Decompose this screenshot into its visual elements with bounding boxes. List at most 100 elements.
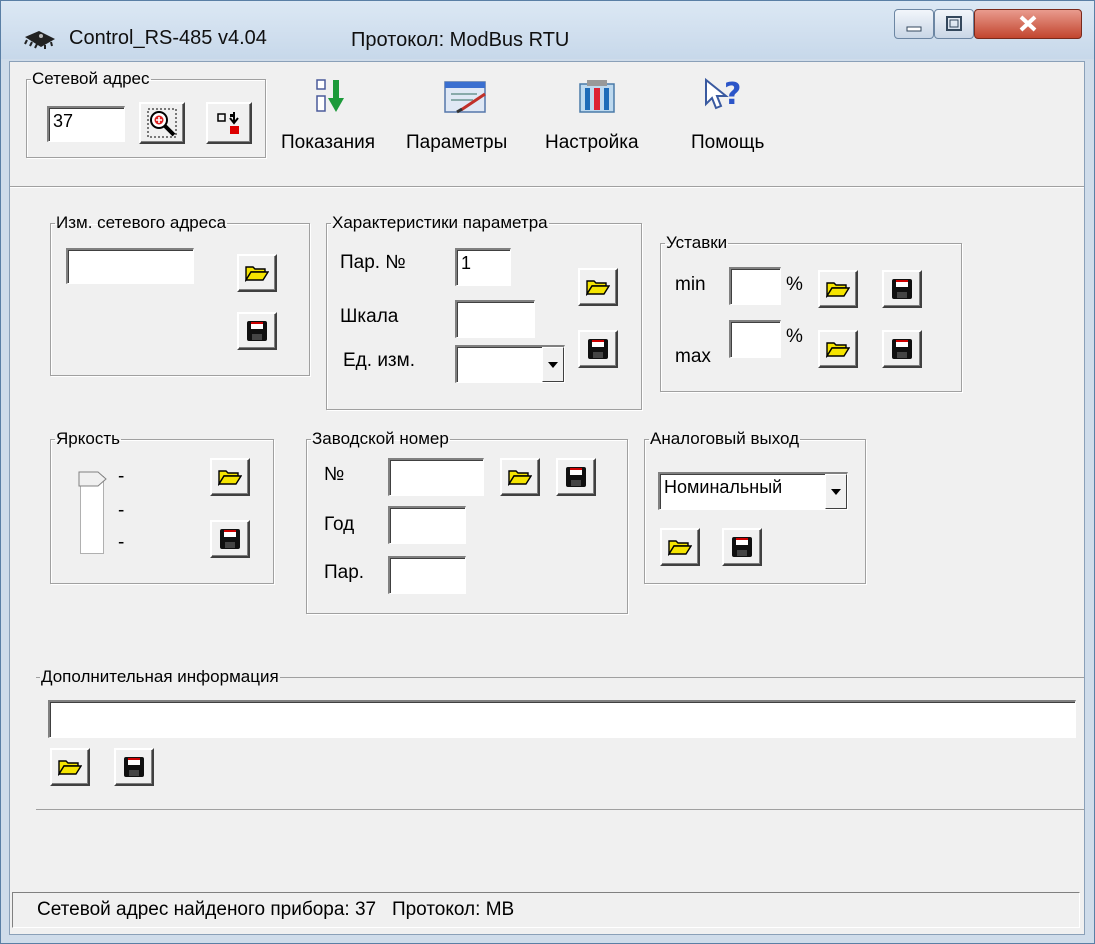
chevron-down-icon [548,361,558,368]
slider-tick-1: - [118,466,125,487]
change-address-group: Изм. сетевого адреса [50,214,310,376]
settings-label: Настройка [545,132,639,153]
chip-icon [24,31,55,49]
param-read-button[interactable] [578,268,618,306]
folder-open-icon [508,470,532,486]
analog-legend: Аналоговый выход [650,429,800,448]
slider-tick-3: - [118,532,125,553]
analog-read-button[interactable] [660,528,700,566]
folder-open-icon [668,540,692,556]
serial-legend: Заводской номер [312,429,449,448]
change-address-save-button[interactable] [237,312,277,350]
close-icon [1019,15,1037,32]
max-percent: % [786,326,803,347]
save-disk-icon [247,321,267,341]
brightness-slider[interactable] [78,470,108,554]
folder-open-icon [58,760,82,776]
client-area: Сетевой адрес 37 Показания Параметры Нас… [9,61,1085,935]
folder-open-icon [826,342,850,358]
minimize-button[interactable] [894,9,934,39]
folder-open-icon [586,280,610,296]
year-input[interactable] [388,506,466,544]
analog-combo[interactable]: Номинальный [658,472,848,510]
unit-combo[interactable] [455,345,565,383]
max-label: max [675,346,711,367]
scan-icon [217,112,239,134]
chevron-down-icon [831,488,841,495]
search-address-button[interactable] [139,102,185,144]
save-disk-icon [892,339,912,359]
min-percent: % [786,274,803,295]
unit-combo-arrow[interactable] [542,347,564,382]
window-title: Control_RS-485 v4.04 [69,27,267,49]
change-address-read-button[interactable] [237,254,277,292]
minimize-icon [906,26,922,32]
serial-save-button[interactable] [556,458,596,496]
serial-no-input[interactable] [388,458,484,496]
magnifier-icon [147,108,177,138]
max-save-button[interactable] [882,330,922,368]
max-read-button[interactable] [818,330,858,368]
readings-icon [316,79,344,112]
save-disk-icon [566,467,586,487]
slider-tick-2: - [118,500,125,521]
help-icon: ? [705,77,741,112]
brightness-save-button[interactable] [210,520,250,558]
setpoints-legend: Уставки [666,233,728,252]
serial-no-label: № [324,464,345,485]
min-input[interactable] [729,267,781,305]
extra-info-read-button[interactable] [50,748,90,786]
net-address-legend: Сетевой адрес [32,69,150,88]
setpoints-group: Уставки [660,234,962,392]
folder-open-icon [218,470,242,486]
window-protocol: Протокол: ModBus RTU [351,29,570,51]
save-disk-icon [220,529,240,549]
scan-button[interactable] [206,102,252,144]
serial-par-label: Пар. [324,562,365,583]
analog-combo-value: Номинальный [664,477,783,497]
slider-thumb[interactable] [78,470,108,488]
min-save-button[interactable] [882,270,922,308]
close-button[interactable] [974,9,1082,39]
svg-text:?: ? [724,77,741,112]
brightness-legend: Яркость [56,429,120,448]
save-disk-icon [588,339,608,359]
folder-open-icon [245,266,269,282]
param-save-button[interactable] [578,330,618,368]
save-disk-icon [124,757,144,777]
min-label: min [675,274,706,295]
settings-icon [579,80,615,113]
maximize-button[interactable] [934,9,974,39]
analog-save-button[interactable] [722,528,762,566]
extra-info-group: Дополнительная информация [36,668,1084,810]
params-icon [444,81,486,114]
change-address-input[interactable] [66,248,194,284]
scale-label: Шкала [340,306,399,327]
extra-info-legend: Дополнительная информация [41,667,279,686]
unit-label: Ед. изм. [343,350,415,371]
app-window: Control_RS-485 v4.04 Протокол: ModBus RT… [0,0,1095,944]
extra-info-input[interactable] [48,700,1076,738]
serial-par-input[interactable] [388,556,466,594]
save-disk-icon [732,537,752,557]
readings-label: Показания [281,132,375,153]
change-address-legend: Изм. сетевого адреса [56,213,227,232]
toolbar-divider [10,186,1084,188]
title-bar[interactable]: Control_RS-485 v4.04 Протокол: ModBus RT… [1,1,1094,59]
brightness-read-button[interactable] [210,458,250,496]
par-no-input[interactable]: 1 [455,248,511,286]
par-no-label: Пар. № [340,252,406,273]
min-read-button[interactable] [818,270,858,308]
serial-read-button[interactable] [500,458,540,496]
max-input[interactable] [729,320,781,358]
save-disk-icon [892,279,912,299]
scale-input[interactable] [455,300,535,338]
params-label: Параметры [406,132,508,153]
param-chars-legend: Характеристики параметра [332,213,548,232]
net-address-input[interactable]: 37 [47,106,125,142]
help-label: Помощь [691,132,765,153]
status-bar: Сетевой адрес найденого прибора: 37 Прот… [12,892,1080,928]
extra-info-save-button[interactable] [114,748,154,786]
analog-combo-arrow[interactable] [825,474,847,509]
maximize-icon [946,16,962,31]
